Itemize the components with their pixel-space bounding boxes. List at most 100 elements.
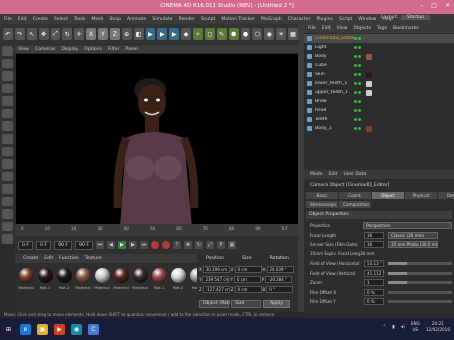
- menu-item-sculpt[interactable]: Sculpt: [201, 17, 215, 22]
- end-frame-field[interactable]: 90 F: [54, 240, 73, 250]
- attr-tab-stereoscopic[interactable]: Stereoscopic: [306, 201, 338, 208]
- object-name[interactable]: Body: [315, 54, 355, 59]
- toolbar-tool-23-icon[interactable]: ☀: [276, 28, 286, 40]
- toolbar-tool-20-icon[interactable]: ⬣: [240, 28, 251, 40]
- toolbar-tool-11-icon[interactable]: ◧: [133, 28, 144, 40]
- material-tag-icon[interactable]: [366, 80, 372, 87]
- material-swatch[interactable]: Material: [18, 268, 34, 290]
- viewport-menu-panel[interactable]: Panel: [125, 47, 137, 52]
- menu-item-file[interactable]: File: [4, 17, 12, 22]
- attribute-menu-user-data[interactable]: User Data: [343, 172, 366, 177]
- prev-key-icon[interactable]: ◀: [106, 241, 115, 249]
- param-key-icon[interactable]: P: [216, 241, 225, 249]
- toolbar-tool-5-icon[interactable]: ↻: [62, 28, 73, 40]
- toolbar-tool-3-icon[interactable]: ✥: [38, 28, 49, 40]
- property-slider[interactable]: [388, 300, 452, 303]
- play-icon[interactable]: ▶: [117, 241, 126, 249]
- autokey-icon[interactable]: [161, 241, 170, 249]
- material-menu-texture[interactable]: Texture: [85, 256, 102, 261]
- editor-visibility-icon[interactable]: [354, 46, 357, 49]
- render-visibility-icon[interactable]: [358, 37, 361, 40]
- object-menu-file[interactable]: File: [308, 26, 316, 31]
- internet-explorer-icon[interactable]: e: [20, 323, 31, 335]
- object-name[interactable]: Cube: [315, 63, 355, 68]
- attribute-menu-mode[interactable]: Mode: [310, 172, 323, 177]
- object-name[interactable]: Teeth: [315, 117, 355, 122]
- toolbar-tool-0-icon[interactable]: ↶: [3, 28, 13, 40]
- position-field[interactable]: 30.199 cm: [202, 266, 230, 273]
- material-menu-function[interactable]: Function: [59, 256, 79, 261]
- material-swatch[interactable]: Mat.1: [37, 268, 53, 290]
- editor-visibility-icon[interactable]: [354, 91, 357, 94]
- viewport-menu-view[interactable]: View: [18, 47, 29, 52]
- render-visibility-icon[interactable]: [358, 100, 361, 103]
- material-swatch[interactable]: Material: [113, 268, 129, 290]
- property-dropdown[interactable]: Perspective: [363, 222, 452, 229]
- texture-mode-icon[interactable]: [1, 58, 13, 69]
- menu-item-select[interactable]: Select: [54, 17, 68, 22]
- visibility-dots[interactable]: [354, 100, 361, 103]
- property-value-field[interactable]: 36: [364, 231, 384, 239]
- size-field[interactable]: 0 cm: [233, 276, 261, 283]
- cinema4d-icon[interactable]: ◉: [71, 323, 82, 335]
- viewport-menu-display[interactable]: Display: [61, 47, 78, 52]
- object-name[interactable]: Brow: [315, 99, 355, 104]
- property-value-field[interactable]: 1: [364, 279, 384, 286]
- attr-tab-composition[interactable]: Composition: [339, 201, 371, 208]
- size-field[interactable]: 0 cm: [234, 266, 262, 273]
- object-menu-edit[interactable]: Edit: [322, 26, 331, 31]
- render-visibility-icon[interactable]: [358, 118, 361, 121]
- menu-item-create[interactable]: Create: [33, 17, 48, 22]
- scale-key-icon[interactable]: ⤢: [205, 241, 214, 249]
- start-frame-field[interactable]: 0 F: [18, 240, 34, 250]
- editor-visibility-icon[interactable]: [354, 37, 357, 40]
- app-icon[interactable]: C: [88, 323, 99, 335]
- toolbar-tool-12-icon[interactable]: ▶: [145, 28, 156, 40]
- viewport-menu-options[interactable]: Options: [84, 47, 102, 52]
- visibility-dots[interactable]: [354, 37, 361, 40]
- current-frame-field[interactable]: 0 F: [36, 240, 52, 250]
- max-frame-field[interactable]: 90 F: [75, 240, 93, 250]
- points-mode-icon[interactable]: [1, 83, 13, 94]
- object-row[interactable]: Brow: [304, 97, 454, 106]
- attribute-menu-edit[interactable]: Edit: [329, 172, 338, 177]
- object-name[interactable]: head: [315, 108, 355, 113]
- object-row[interactable]: upper_teeth_1: [304, 88, 454, 97]
- visibility-dots[interactable]: [354, 91, 361, 94]
- viewport-menu-cameras[interactable]: Cameras: [35, 47, 55, 52]
- go-end-icon[interactable]: ⏭: [139, 241, 148, 249]
- object-menu-bookmarks[interactable]: Bookmarks: [393, 26, 419, 31]
- render-visibility-icon[interactable]: [358, 73, 361, 76]
- material-swatch[interactable]: Mat.2: [170, 268, 186, 290]
- material-tag-icon[interactable]: [366, 53, 372, 60]
- workplane-icon[interactable]: [1, 71, 13, 81]
- object-menu-view[interactable]: View: [337, 26, 348, 31]
- toolbar-tool-1-icon[interactable]: ↷: [14, 28, 25, 40]
- lock-workplane-icon[interactable]: [1, 159, 13, 169]
- object-name[interactable]: Cinema4D_Editor: [315, 36, 355, 41]
- menu-item-mesh[interactable]: Mesh: [91, 17, 103, 22]
- object-name[interactable]: upper_teeth_1: [315, 90, 355, 95]
- editor-visibility-icon[interactable]: [354, 55, 357, 58]
- go-start-icon[interactable]: ⏮: [95, 241, 104, 249]
- object-menu-tags[interactable]: Tags: [377, 26, 387, 31]
- menu-item-plugins[interactable]: Plugins: [316, 17, 332, 22]
- object-row[interactable]: Cinema4D_Editor: [304, 34, 454, 43]
- record-icon[interactable]: [150, 241, 159, 249]
- keyboard-region[interactable]: US: [411, 327, 420, 333]
- property-value-field[interactable]: 36: [364, 241, 384, 248]
- property-slider[interactable]: [388, 271, 452, 275]
- paint-icon[interactable]: [1, 196, 13, 207]
- toolbar-tool-14-icon[interactable]: ▶: [169, 28, 180, 40]
- editor-visibility-icon[interactable]: [354, 118, 357, 121]
- toolbar-tool-16-icon[interactable]: ✧: [193, 28, 203, 40]
- edges-mode-icon[interactable]: [1, 96, 13, 106]
- rotation-field[interactable]: 24.039 °: [266, 266, 294, 273]
- render-visibility-icon[interactable]: [358, 82, 361, 85]
- rotation-field[interactable]: -20.284 °: [265, 276, 293, 283]
- menu-item-render[interactable]: Render: [179, 17, 195, 22]
- material-swatch[interactable]: Material: [132, 268, 148, 290]
- menu-item-character[interactable]: Character: [288, 17, 311, 22]
- rotation-field[interactable]: 0 °: [266, 286, 294, 293]
- toolbar-tool-17-icon[interactable]: ◻: [204, 28, 215, 40]
